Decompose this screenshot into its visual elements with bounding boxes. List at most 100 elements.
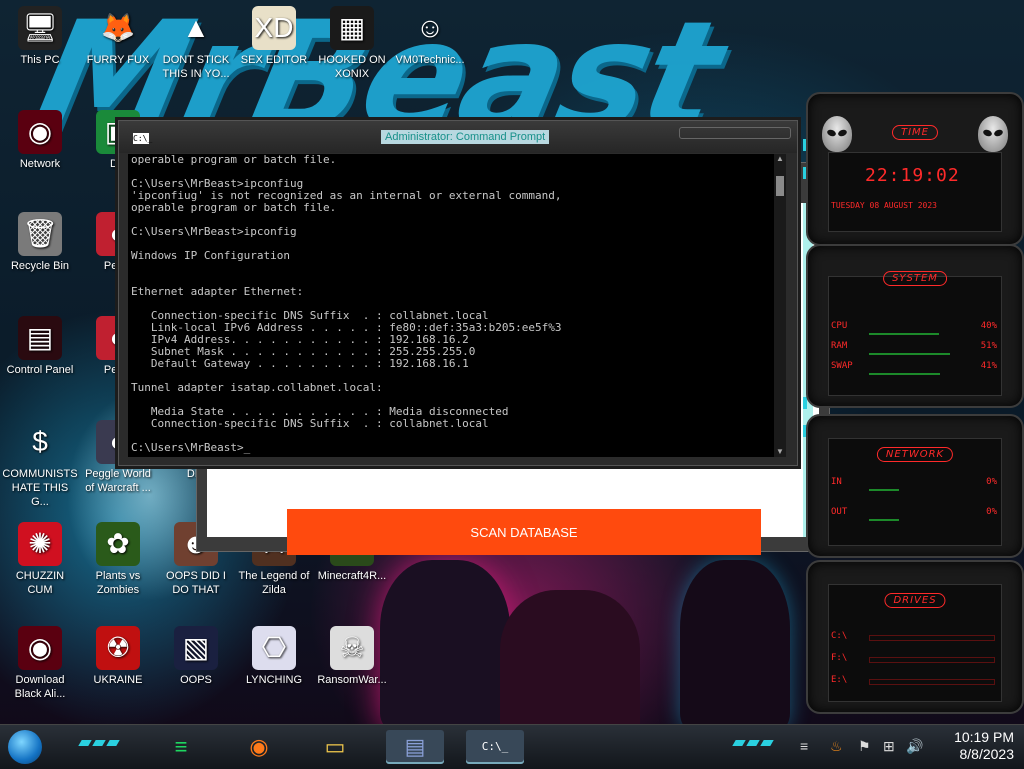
network-usage-bar xyxy=(869,489,899,491)
taskbar: ≡ ◉ ▭ ▤ C:\_ ≡ ♨ ⚑ ⊞ 🔊 10:19 PM 8/8/2023 xyxy=(0,724,1024,769)
cmd-icon: C:\_ xyxy=(133,133,153,144)
desktop-icon-label: FURRY FUX xyxy=(86,54,150,66)
oops-icon: ▧ xyxy=(174,626,218,670)
vm0technic-icon: ☺ xyxy=(415,12,445,43)
scan-database-button[interactable]: SCAN DATABASE xyxy=(287,509,761,555)
scroll-thumb[interactable] xyxy=(776,176,784,196)
system-value: 41% xyxy=(980,361,997,371)
recycle-bin-icon: 🗑 xyxy=(18,212,62,256)
system-value: 51% xyxy=(980,341,997,351)
download-black-icon: ◉ xyxy=(18,626,62,670)
ransomware-icon: ☠ xyxy=(330,626,374,670)
gadget-system-panel: SYSTEM CPU 40% RAM 51% SWAP 41% xyxy=(806,244,1024,408)
desktop-icon-furry-fux[interactable]: 🦊 FURRY FUX xyxy=(80,6,156,67)
desktop-icon-hooked-on-xonix[interactable]: ▦ HOOKED ON XONIX xyxy=(314,6,390,81)
taskbar-decoration xyxy=(760,740,774,746)
taskbar-file-explorer-button[interactable]: ▭ xyxy=(312,730,358,764)
desktop-icon-vm0technic[interactable]: ☺ VM0Technic... xyxy=(392,6,468,67)
drive-label: F:\ xyxy=(831,653,848,663)
desktop-icon-label: Plants vs Zombies xyxy=(95,570,141,596)
control-panel-icon: ▤ xyxy=(18,316,62,360)
desktop-icon-control-panel[interactable]: ▤ Control Panel xyxy=(2,316,78,377)
desktop-icon-ukraine[interactable]: ☢ UKRAINE xyxy=(80,626,156,687)
chuzzin-icon: ✺ xyxy=(18,522,62,566)
system-title: SYSTEM xyxy=(883,271,947,286)
cmd-console[interactable]: operable program or batch file. C:\Users… xyxy=(128,154,774,457)
command-prompt-window[interactable]: C:\_ Administrator: Command Prompt opera… xyxy=(118,120,807,466)
wallpaper-figure xyxy=(500,590,640,740)
app-window-icon: ▤ xyxy=(404,734,426,759)
hooked-on-xonix-icon: ▦ xyxy=(330,6,374,50)
drive-label: E:\ xyxy=(831,675,848,685)
desktop-icon-label: CHUZZIN CUM xyxy=(15,570,65,596)
desktop-icon-label: RansomWar... xyxy=(317,674,387,686)
desktop-icon-label: Network xyxy=(19,158,61,170)
desktop-icon-label: COMMUNISTS HATE THIS G... xyxy=(2,468,78,508)
network-display: NETWORK IN 0% OUT 0% xyxy=(828,438,1002,546)
desktop-icon-label: Recycle Bin xyxy=(10,260,70,272)
network-icon: ◉ xyxy=(18,110,62,154)
desktop-icon-recycle-bin[interactable]: 🗑 Recycle Bin xyxy=(2,212,78,273)
taskbar-firefox-button[interactable]: ◉ xyxy=(236,730,282,764)
desktop-icon-download-black[interactable]: ◉ Download Black Ali... xyxy=(2,626,78,701)
firefox-icon: ◉ xyxy=(249,734,269,759)
drives-display: DRIVES C:\ F:\ E:\ xyxy=(828,584,1002,702)
java-icon[interactable]: ♨ xyxy=(830,738,843,755)
scroll-up-icon[interactable]: ▲ xyxy=(774,154,786,164)
desktop-icon-label: OOPS DID I DO THAT xyxy=(166,570,226,596)
volume-icon[interactable]: 🔊 xyxy=(906,738,923,755)
clock-readout: 22:19:02 xyxy=(865,165,960,186)
desktop-icon-lynching[interactable]: ⎔ LYNCHING xyxy=(236,626,312,687)
desktop-icon-chuzzin[interactable]: ✺ CHUZZIN CUM xyxy=(2,522,78,597)
desktop-icon-plants-zombies[interactable]: ✿ Plants vs Zombies xyxy=(80,522,156,597)
wallpaper-figure xyxy=(380,560,510,730)
desktop-icon-network[interactable]: ◉ Network xyxy=(2,110,78,171)
ukraine-icon: ☢ xyxy=(96,626,140,670)
drive-label: C:\ xyxy=(831,631,848,641)
desktop-icon-sex-editor[interactable]: XD SEX EDITOR xyxy=(236,6,312,67)
desktop-icon-label: VM0Technic... xyxy=(395,54,465,66)
file-explorer-icon: ▭ xyxy=(324,734,346,759)
desktop-icon-this-pc[interactable]: 🖥 This PC xyxy=(2,6,78,67)
system-usage-bar xyxy=(869,373,940,375)
communists-icon: $ xyxy=(32,426,48,457)
furry-fux-icon: 🦊 xyxy=(100,12,136,43)
desktop-icon-label: HOOKED ON XONIX xyxy=(318,54,386,80)
plants-zombies-icon: ✿ xyxy=(96,522,140,566)
system-value: 40% xyxy=(980,321,997,331)
gadget-time-panel: TIME 22:19:02 TUESDAY 08 AUGUST 2023 xyxy=(806,92,1024,246)
clock-time: 10:19 PM xyxy=(954,729,1014,745)
desktop-icon-ransomware[interactable]: ☠ RansomWar... xyxy=(314,626,390,687)
spotify-icon: ≡ xyxy=(174,734,188,759)
desktop-icon-dont-stick[interactable]: ▲ DONT STICK THIS IN YO... xyxy=(158,6,234,81)
network-icon[interactable]: ⊞ xyxy=(883,738,895,755)
flag-icon[interactable]: ⚑ xyxy=(858,738,871,755)
taskbar-decoration xyxy=(92,740,106,746)
cmd-titlebar[interactable]: C:\_ Administrator: Command Prompt xyxy=(119,121,797,153)
this-pc-icon: 🖥 xyxy=(18,6,62,50)
system-display: SYSTEM CPU 40% RAM 51% SWAP 41% xyxy=(828,271,1002,396)
taskbar-app-window-button[interactable]: ▤ xyxy=(386,730,444,764)
start-orb-icon[interactable] xyxy=(8,730,42,764)
taskbar-command-prompt-button[interactable]: C:\_ xyxy=(466,730,524,764)
desktop-icon-label: Download Black Ali... xyxy=(14,674,66,700)
gadget-network-panel: NETWORK IN 0% OUT 0% xyxy=(806,414,1024,558)
command-prompt-icon: C:\_ xyxy=(481,740,509,753)
scroll-down-icon[interactable]: ▼ xyxy=(774,447,786,457)
desktop-icon-oops[interactable]: ▧ OOPS xyxy=(158,626,234,687)
drive-usage-bar xyxy=(869,657,995,663)
cmd-scrollbar[interactable]: ▲ ▼ xyxy=(774,154,786,457)
taskbar-clock[interactable]: 10:19 PM 8/8/2023 xyxy=(954,729,1014,763)
desktop-icon-label: OOPS xyxy=(180,674,212,686)
clock-date: 8/8/2023 xyxy=(959,746,1015,762)
gadget-drives-panel: DRIVES C:\ F:\ E:\ xyxy=(806,560,1024,714)
desktop-icon-label: DONT STICK THIS IN YO... xyxy=(162,54,230,80)
time-display: TIME 22:19:02 TUESDAY 08 AUGUST 2023 xyxy=(828,125,1002,232)
tray-overflow-icon[interactable]: ≡ xyxy=(800,738,808,754)
cmd-output: operable program or batch file. C:\Users… xyxy=(131,154,562,454)
drive-usage-bar xyxy=(869,679,995,685)
desktop-icon-communists[interactable]: $ COMMUNISTS HATE THIS G... xyxy=(2,420,78,509)
network-usage-bar xyxy=(869,519,899,521)
desktop-icon-label: Control Panel xyxy=(6,364,74,376)
taskbar-spotify-button[interactable]: ≡ xyxy=(158,730,204,764)
